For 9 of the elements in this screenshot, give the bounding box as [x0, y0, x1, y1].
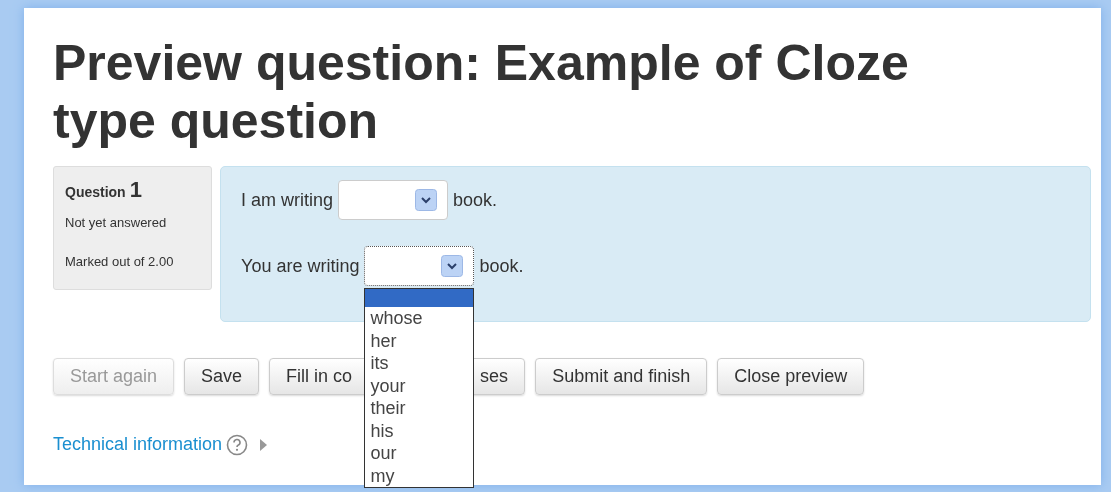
question-text: book. [453, 188, 498, 212]
question-text: You are writing [241, 254, 360, 278]
question-number: 1 [129, 179, 142, 201]
question-marks: Marked out of 2.00 [65, 252, 175, 271]
question-text: book. [479, 254, 524, 278]
question-status: Not yet answered [65, 214, 168, 232]
question-text: I am writing [241, 188, 334, 212]
question-label: Question [65, 183, 126, 202]
page-title: Preview question: Example of Cloze type question [53, 34, 910, 150]
